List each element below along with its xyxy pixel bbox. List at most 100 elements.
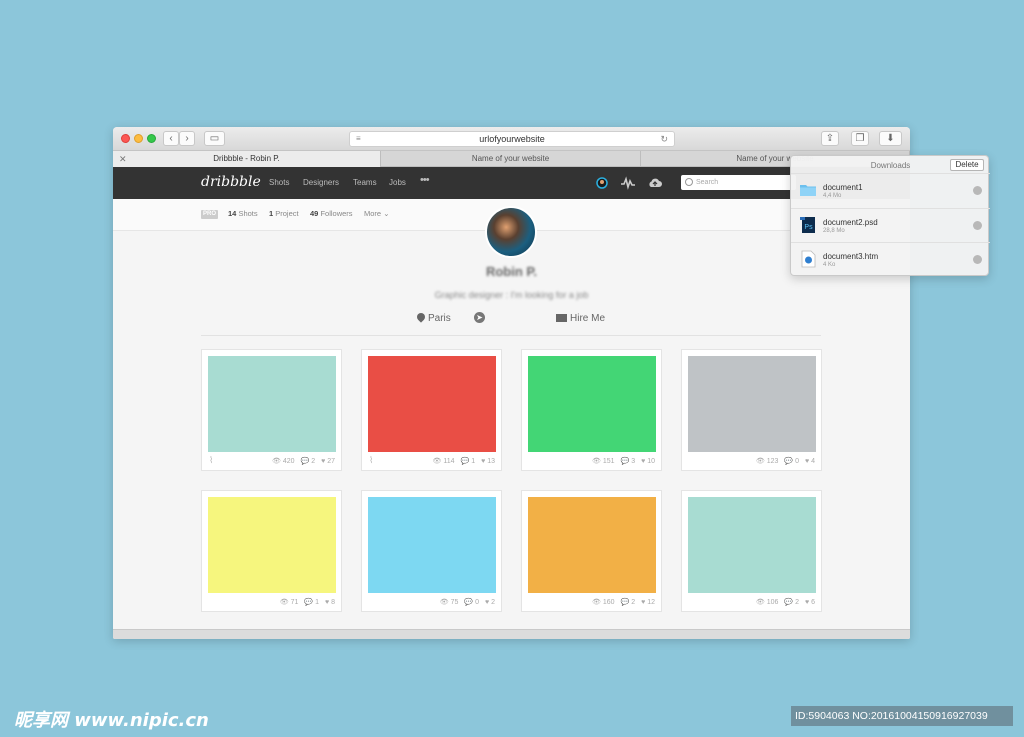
more-label: More [364, 209, 382, 218]
location-text: Paris [428, 313, 451, 324]
shot-thumbnail[interactable] [368, 356, 496, 452]
watermark-id: ID:5904063 NO:20161004150916927039 [791, 706, 1013, 726]
address-bar[interactable]: ≡ urlofyourwebsite ↻ [349, 131, 675, 147]
downloads-icon[interactable]: ⬇ [879, 131, 902, 146]
profile-name: Robin P. [485, 264, 538, 279]
url-text: urlofyourwebsite [479, 134, 545, 144]
download-size: 28,8 Mo [823, 228, 845, 234]
shot-card[interactable]: ⌇ 👁 114 💬 1 ♥ 13 [361, 349, 502, 471]
likes-count: ♥ 10 [641, 458, 655, 465]
comments-count: 💬 2 [784, 599, 799, 606]
likes-count: ♥ 12 [641, 599, 655, 606]
shot-card[interactable]: ⌇ 👁 420 💬 2 ♥ 27 [201, 349, 342, 471]
reload-icon[interactable]: ↻ [660, 132, 668, 146]
shot-stats: 👁 160 💬 2 ♥ 12 [586, 598, 655, 606]
shot-thumbnail[interactable] [688, 356, 816, 452]
window-minimize-button[interactable] [134, 134, 143, 143]
nav-teams[interactable]: Teams [353, 178, 377, 187]
user-avatar-icon[interactable] [595, 176, 609, 190]
shot-card[interactable]: 👁 71 💬 1 ♥ 8 [201, 490, 342, 612]
shot-thumbnail[interactable] [208, 497, 336, 593]
views-count: 👁 420 [271, 458, 295, 465]
shot-thumbnail[interactable] [688, 497, 816, 593]
forward-button[interactable]: › [179, 131, 195, 146]
views-count: 👁 123 [755, 458, 779, 465]
nav-shots[interactable]: Shots [269, 178, 289, 187]
followers-label: Followers [320, 209, 353, 218]
projects-label: Project [275, 209, 299, 218]
reveal-in-finder-icon[interactable] [973, 221, 982, 230]
nav-more-icon[interactable]: ••• [420, 174, 430, 186]
views-count: 👁 151 [591, 458, 615, 465]
reveal-in-finder-icon[interactable] [973, 255, 982, 264]
hire-me-link[interactable]: Hire Me [556, 313, 605, 324]
shot-thumbnail[interactable] [528, 497, 656, 593]
back-button[interactable]: ‹ [163, 131, 179, 146]
followers-count-number: 49 [310, 209, 319, 218]
download-item[interactable]: document1 4,4 Mo [791, 173, 990, 207]
folder-icon [800, 185, 816, 196]
shot-thumbnail[interactable] [208, 356, 336, 452]
download-name: document3.htm [823, 252, 879, 261]
likes-count: ♥ 27 [321, 458, 335, 465]
watermark-site: 昵享网 www.nipic.cn [14, 710, 209, 731]
projects-count-number: 1 [269, 209, 274, 218]
followers-count[interactable]: 49 Followers [310, 209, 353, 218]
projects-count[interactable]: 1 Project [269, 209, 299, 218]
browser-toolbar: ‹ › ▭ ≡ urlofyourwebsite ↻ ⇪ ❐ ⬇ [113, 127, 910, 151]
shot-stats: 👁 114 💬 1 ♥ 13 [427, 457, 496, 465]
sidebar-toggle-icon[interactable]: ▭ [204, 131, 225, 146]
downloads-popover: Downloads Delete document1 4,4 Mo Ps doc… [790, 155, 990, 276]
shot-card[interactable]: 👁 160 💬 2 ♥ 12 [521, 490, 662, 612]
shot-thumbnail[interactable] [528, 356, 656, 452]
downloads-delete-button[interactable]: Delete [950, 159, 984, 171]
profile-avatar[interactable] [485, 206, 537, 258]
mail-icon [556, 314, 567, 322]
shot-card[interactable]: 👁 75 💬 0 ♥ 2 [361, 490, 502, 612]
pro-badge: PRO [201, 210, 218, 219]
search-input[interactable]: Search [681, 175, 796, 190]
download-size: 4 Ko [823, 262, 836, 268]
shot-card[interactable]: 👁 151 💬 3 ♥ 10 [521, 349, 662, 471]
window-bottom-bar [113, 629, 910, 639]
likes-count: ♥ 8 [324, 599, 335, 606]
shot-card[interactable]: 👁 106 💬 2 ♥ 6 [681, 490, 822, 612]
views-count: 👁 106 [755, 599, 779, 606]
tab-website-1[interactable]: Name of your website [381, 151, 641, 167]
window-maximize-button[interactable] [147, 134, 156, 143]
activity-icon[interactable] [620, 176, 636, 190]
more-dropdown[interactable]: More ⌄ [364, 209, 389, 218]
search-icon [685, 178, 693, 186]
shot-stats: 👁 151 💬 3 ♥ 10 [586, 457, 655, 465]
likes-count: ♥ 13 [481, 458, 495, 465]
dribbble-logo[interactable]: dribbble [201, 174, 261, 190]
shot-stats: 👁 106 💬 2 ♥ 6 [750, 598, 815, 606]
nav-jobs[interactable]: Jobs [389, 178, 406, 187]
close-icon[interactable]: ✕ [119, 151, 127, 167]
shot-card[interactable]: 👁 123 💬 0 ♥ 4 [681, 349, 822, 471]
profile-bio: Graphic designer : I'm looking for a job [434, 290, 589, 300]
comments-count: 💬 3 [620, 458, 636, 465]
shot-thumbnail[interactable] [368, 497, 496, 593]
views-count: 👁 114 [432, 458, 455, 465]
views-count: 👁 75 [439, 599, 459, 606]
reader-icon[interactable]: ≡ [356, 132, 361, 146]
comments-count: 💬 1 [304, 599, 319, 606]
share-icon[interactable]: ⇪ [821, 131, 839, 146]
divider [201, 335, 821, 336]
likes-count: ♥ 4 [804, 458, 815, 465]
website-link-icon[interactable]: ➤ [474, 312, 485, 323]
tabs-overview-icon[interactable]: ❐ [851, 131, 869, 146]
window-close-button[interactable] [121, 134, 130, 143]
shots-count[interactable]: 14 Shots [228, 209, 258, 218]
upload-cloud-icon[interactable] [647, 176, 663, 190]
search-placeholder: Search [696, 179, 719, 186]
reveal-in-finder-icon[interactable] [973, 186, 982, 195]
views-count: 👁 71 [279, 599, 299, 606]
download-item[interactable]: document3.htm 4 Ko [791, 242, 990, 276]
tab-dribbble[interactable]: ✕ Dribbble - Robin P. [113, 151, 381, 167]
download-name: document2.psd [823, 218, 878, 227]
download-item[interactable]: Ps document2.psd 28,8 Mo [791, 208, 990, 242]
shot-stats: 👁 420 💬 2 ♥ 27 [266, 457, 335, 465]
nav-designers[interactable]: Designers [303, 178, 339, 187]
